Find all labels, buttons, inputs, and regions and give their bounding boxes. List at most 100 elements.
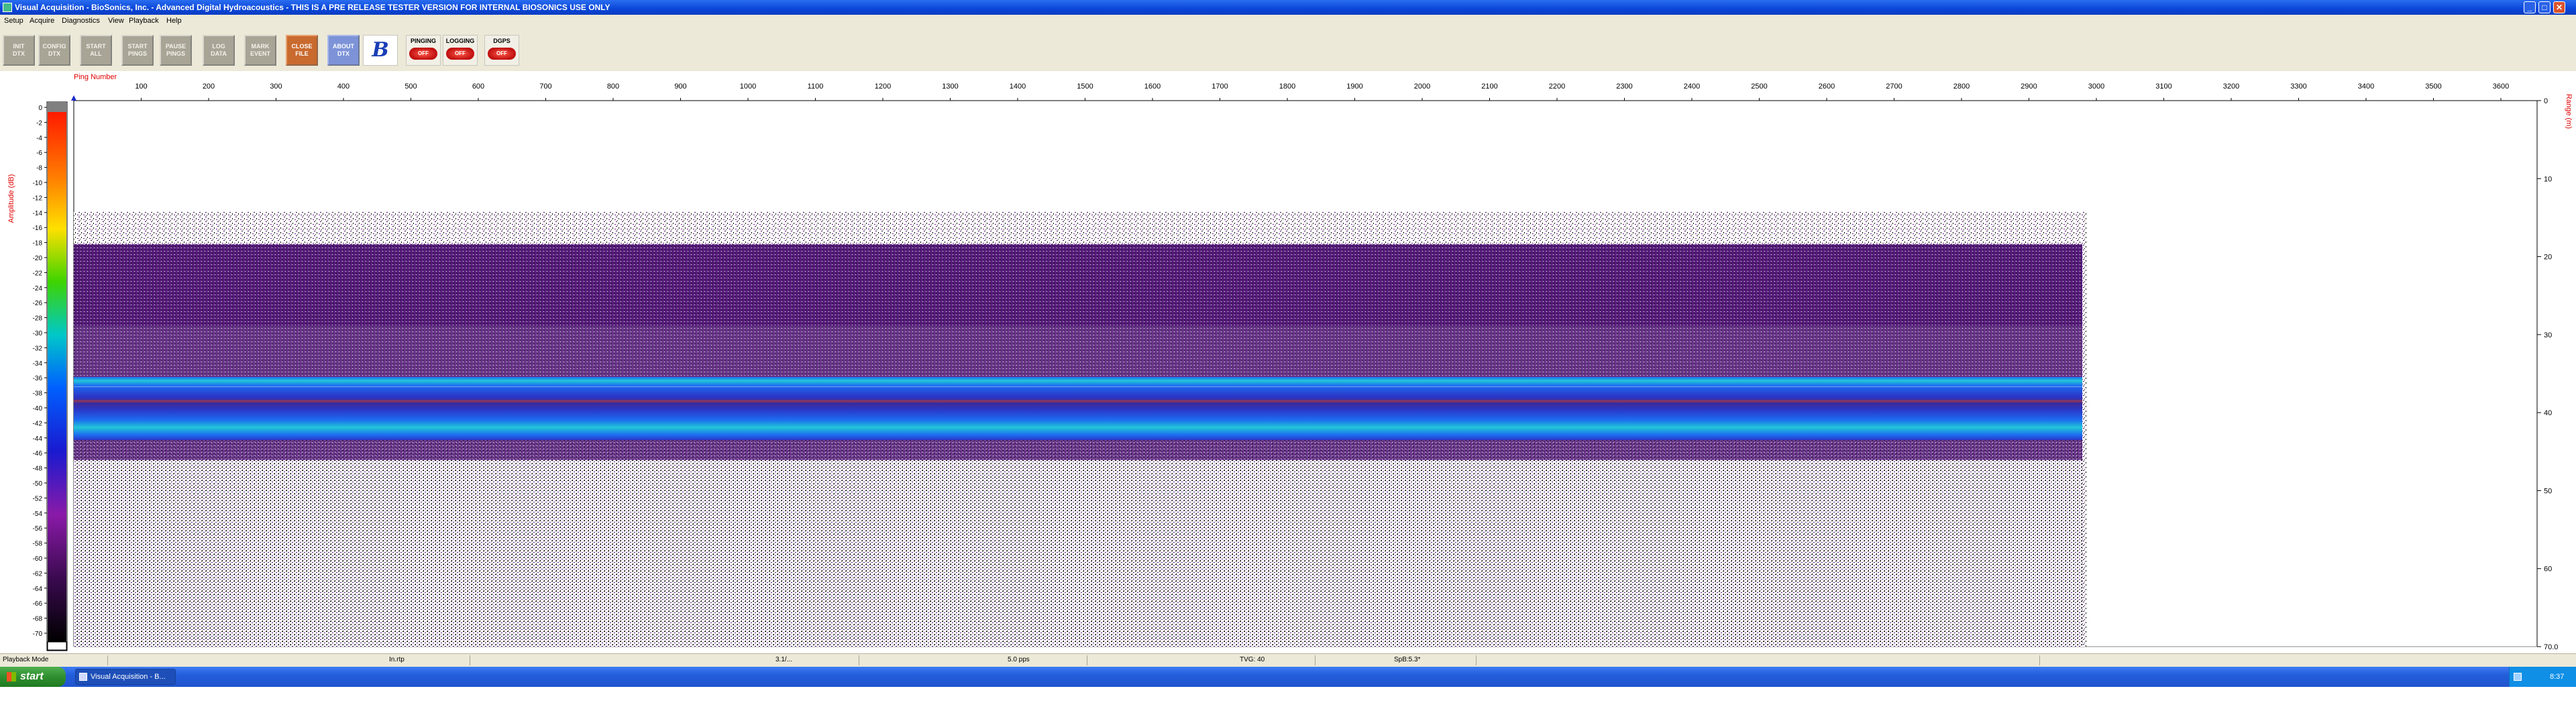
ping-tick-label: 800 <box>607 83 619 91</box>
range-tick-label: 30 <box>2544 331 2552 339</box>
about-dtx-button[interactable]: ABOUT DTX <box>327 35 360 66</box>
amplitude-color-scale <box>48 112 66 642</box>
ping-tick-label: 2100 <box>1481 83 1497 91</box>
amp-tick-label: -62 <box>33 570 43 578</box>
amp-tick-label: -70 <box>33 631 43 638</box>
amplitude-axis-label: Amplitude (dB) <box>7 174 15 223</box>
logging-indicator: LOGGING OFF <box>443 35 478 66</box>
mark-event-button[interactable]: MARK EVENT <box>244 35 276 66</box>
amp-tick-label: -4 <box>36 135 42 142</box>
ping-tick-label: 2800 <box>1953 83 1970 91</box>
ping-tick-label: 1100 <box>808 83 824 91</box>
ping-tick-label: 3000 <box>2088 83 2104 91</box>
range-tick-label: 70.0 <box>2544 643 2558 651</box>
start-label: start <box>20 671 44 682</box>
menu-diagnostics[interactable]: Diagnostics <box>62 17 100 25</box>
ping-tick-label: 1600 <box>1144 83 1161 91</box>
amp-tick-label: -20 <box>33 255 43 262</box>
init-dtx-button[interactable]: INIT DTX <box>3 35 35 66</box>
status-mode: Playback Mode <box>3 656 49 663</box>
ping-tick-label: 2400 <box>1684 83 1700 91</box>
ping-tick-label: 3200 <box>2223 83 2239 91</box>
ping-tick-label: 900 <box>674 83 686 91</box>
pinging-state-light: OFF <box>409 48 437 60</box>
ping-tick-label: 2500 <box>1751 83 1767 91</box>
minimize-button[interactable]: _ <box>2524 1 2536 13</box>
menu-bar: Setup Acquire Diagnostics View Playback … <box>0 15 2576 28</box>
ping-tick-label: 1200 <box>875 83 891 91</box>
ping-number-label: Ping Number <box>74 73 117 81</box>
amplitude-ticks: 0 -2 -4 -6 -8 -10 -12 -14 -16 -18 -20 -22 -24 -26 -28 -… <box>33 105 47 638</box>
menu-acquire[interactable]: Acquire <box>30 17 54 25</box>
maximize-button[interactable]: □ <box>2538 1 2551 13</box>
amp-tick-label: -40 <box>33 405 43 413</box>
amp-tick-label: -56 <box>33 525 43 533</box>
amp-tick-label: -30 <box>33 330 43 337</box>
amp-tick-label: -44 <box>33 435 43 443</box>
config-dtx-button[interactable]: CONFIG DTX <box>38 35 70 66</box>
echogram-panel[interactable]: 100 200 300 400 500 600 700 800 900 1000 1100 1200 1… <box>0 71 2576 653</box>
range-tick-label: 20 <box>2544 254 2552 262</box>
amp-tick-label: -64 <box>33 586 43 593</box>
ping-tick-label: 2300 <box>1616 83 1632 91</box>
seabed-edge-line <box>74 386 2086 387</box>
ping-tick-label: 2200 <box>1549 83 1565 91</box>
bottom-noise <box>74 440 2086 647</box>
amp-tick-label: -26 <box>33 300 43 307</box>
system-tray: 8:37 AM <box>2509 667 2576 701</box>
ping-tick-label: 700 <box>539 83 551 91</box>
ping-tick-label: 3500 <box>2425 83 2441 91</box>
amp-tick-label: -22 <box>33 270 43 277</box>
log-data-button[interactable]: LOG DATA <box>203 35 235 66</box>
ping-tick-label: 2000 <box>1414 83 1430 91</box>
biosonics-logo-icon[interactable]: B <box>363 35 398 66</box>
start-pings-button[interactable]: START PINGS <box>121 35 154 66</box>
ping-tick-label: 3100 <box>2155 83 2171 91</box>
status-file: In.rtp <box>389 656 405 663</box>
range-axis-label: Range (m) <box>2565 94 2573 129</box>
amp-tick-label: -38 <box>33 390 43 398</box>
pause-pings-button[interactable]: PAUSE PINGS <box>160 35 192 66</box>
start-all-button[interactable]: START ALL <box>80 35 112 66</box>
range-ticks: 0 10 20 30 40 50 60 70.0 <box>2537 97 2558 651</box>
menu-view[interactable]: View <box>108 17 124 25</box>
range-tick-label: 10 <box>2544 175 2552 183</box>
status-tvg: TVG: 40 <box>1240 656 1265 663</box>
range-tick-label: 40 <box>2544 409 2552 417</box>
clock: 8:37 AM <box>2550 673 2565 701</box>
amp-tick-label: -6 <box>36 150 42 157</box>
amp-tick-label: -54 <box>33 510 43 518</box>
menu-help[interactable]: Help <box>166 17 182 25</box>
amp-tick-label: -12 <box>33 195 43 202</box>
menu-setup[interactable]: Setup <box>4 17 23 25</box>
status-separator <box>107 655 108 665</box>
water-column-noise <box>74 241 2086 326</box>
amp-tick-label: -16 <box>33 225 43 232</box>
menu-playback[interactable]: Playback <box>129 17 159 25</box>
status-separator <box>1315 655 1316 665</box>
pinging-indicator-label: PINGING <box>410 38 436 44</box>
network-icon[interactable] <box>2514 673 2522 681</box>
status-rate: 5.0 pps <box>1008 656 1030 663</box>
windows-flag-icon <box>7 672 16 682</box>
range-tick-label: 0 <box>2544 97 2548 105</box>
ping-tick-label: 2600 <box>1819 83 1835 91</box>
title-bar[interactable]: Visual Acquisition - BioSonics, Inc. - A… <box>0 0 2576 15</box>
amp-tick-label: -46 <box>33 450 43 457</box>
amp-tick-label: -48 <box>33 466 43 473</box>
ping-tick-label: 1000 <box>740 83 756 91</box>
start-button[interactable]: start <box>0 667 66 687</box>
echogram-svg[interactable]: 100 200 300 400 500 600 700 800 900 1000 1100 1200 1… <box>0 71 2576 653</box>
close-window-button[interactable]: ✕ <box>2553 1 2565 13</box>
ping-tick-label: 1700 <box>1212 83 1228 91</box>
toolbar: INIT DTX CONFIG DTX START ALL START PING… <box>0 28 2576 72</box>
amp-tick-label: -32 <box>33 345 43 352</box>
ping-tick-label: 100 <box>135 83 147 91</box>
taskbar-item-visual-acquisition[interactable]: Visual Acquisition - B... <box>75 669 176 685</box>
logging-state-light: OFF <box>446 48 474 60</box>
close-file-button[interactable]: CLOSE FILE <box>286 35 318 66</box>
range-tick-label: 60 <box>2544 565 2552 574</box>
seabed-hot-line <box>74 400 2086 402</box>
ping-cursor-marker[interactable] <box>71 95 76 101</box>
amp-tick-label: -68 <box>33 616 43 623</box>
